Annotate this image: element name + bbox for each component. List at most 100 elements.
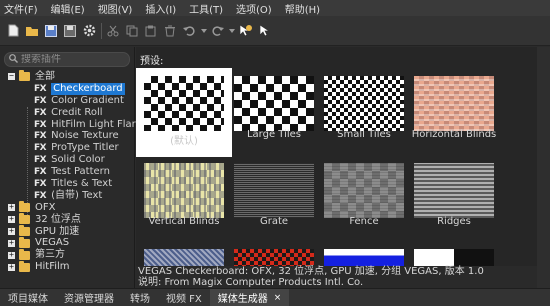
fx-item-noise-texture[interactable]: FX Noise Texture bbox=[0, 130, 135, 142]
tree-folder-hitfilm[interactable]: + HitFilm bbox=[0, 260, 135, 273]
expand-icon[interactable]: + bbox=[8, 227, 15, 236]
tree-folder-label: VEGAS bbox=[35, 237, 70, 249]
search-icon bbox=[9, 53, 18, 66]
copy-icon[interactable] bbox=[125, 24, 139, 38]
fx-item-hitfilm-light-flares[interactable]: FX HitFilm Light Flares bbox=[0, 119, 147, 131]
preset-label-vertical-blinds: Vertical Blinds bbox=[148, 216, 220, 227]
plugin-info-line: VEGAS Checkerboard: OFX, 32 位浮点, GPU 加速,… bbox=[138, 266, 484, 277]
preset-thumb-row3-4[interactable] bbox=[414, 249, 494, 266]
tree-root-label: 全部 bbox=[35, 70, 55, 82]
menu-help[interactable]: 帮助(H) bbox=[285, 1, 320, 16]
fx-item-label: Solid Color bbox=[51, 154, 105, 166]
menu-file[interactable]: 文件(F) bbox=[4, 1, 38, 16]
fx-item-label: Color Gradient bbox=[51, 94, 124, 106]
preset-thumb-small-tiles[interactable] bbox=[324, 76, 404, 131]
expand-icon[interactable]: + bbox=[8, 215, 15, 224]
open-folder-icon[interactable] bbox=[25, 24, 39, 38]
plugin-description: VEGAS Checkerboard: OFX, 32 位浮点, GPU 加速,… bbox=[136, 266, 537, 288]
tree-folder-32bit-float[interactable]: + 32 位浮点 bbox=[0, 213, 135, 226]
fx-item-titles-text[interactable]: FX Titles & Text bbox=[0, 178, 135, 190]
tree-folder-label: OFX bbox=[35, 201, 56, 213]
preset-thumb-default[interactable] bbox=[144, 76, 224, 131]
fx-item-protype-titler[interactable]: FX ProType Titler bbox=[0, 142, 135, 154]
fx-item-legacy-text[interactable]: FX (自带) Text bbox=[0, 190, 135, 202]
tab-media-generators-label: 媒体生成器 bbox=[217, 294, 268, 305]
save-icon[interactable] bbox=[44, 24, 58, 38]
redo-icon[interactable] bbox=[210, 24, 224, 38]
presets-panel: 预设: (默认) Large Tiles Small Tiles Horizon… bbox=[136, 47, 537, 266]
fx-item-label: ProType Titler bbox=[51, 142, 119, 154]
search-input[interactable] bbox=[21, 54, 121, 65]
tab-project-media[interactable]: 项目媒体 bbox=[0, 289, 56, 306]
settings-gear-icon[interactable] bbox=[82, 24, 96, 38]
redo-dropdown-icon[interactable] bbox=[229, 24, 235, 38]
tree-root-all[interactable]: − 全部 bbox=[0, 70, 135, 83]
preset-thumb-grate[interactable] bbox=[234, 163, 314, 218]
fx-icon: FX bbox=[34, 131, 47, 142]
preset-label-default: (默认) bbox=[170, 136, 198, 147]
menu-view[interactable]: 视图(V) bbox=[98, 1, 133, 16]
preset-thumb-fence[interactable] bbox=[324, 163, 404, 218]
fx-item-checkerboard[interactable]: FX Checkerboard bbox=[0, 82, 135, 95]
tree-folder-vegas[interactable]: + VEGAS bbox=[0, 236, 135, 249]
folder-icon bbox=[19, 201, 30, 213]
toolbar bbox=[0, 16, 550, 46]
preset-thumb-row3-3[interactable] bbox=[324, 249, 404, 266]
expand-icon[interactable]: + bbox=[8, 250, 15, 259]
preset-label-ridges: Ridges bbox=[437, 216, 471, 227]
help-pointer-icon[interactable] bbox=[238, 24, 252, 38]
menu-insert[interactable]: 插入(I) bbox=[145, 1, 176, 16]
fx-icon: FX bbox=[34, 190, 47, 201]
undo-dropdown-icon[interactable] bbox=[201, 24, 207, 38]
save-as-icon[interactable] bbox=[63, 24, 77, 38]
tab-media-generators[interactable]: 媒体生成器 × bbox=[209, 288, 290, 306]
preset-thumb-row3-2[interactable] bbox=[234, 249, 314, 266]
preset-thumb-row3-1[interactable] bbox=[144, 249, 224, 266]
preset-label-small-tiles: Small Tiles bbox=[337, 129, 391, 140]
whats-this-icon[interactable] bbox=[257, 24, 271, 38]
fx-icon: FX bbox=[34, 143, 47, 154]
undo-icon[interactable] bbox=[182, 24, 196, 38]
tab-video-fx[interactable]: 视频 FX bbox=[158, 289, 210, 306]
preset-label-horizontal-blinds: Horizontal Blinds bbox=[411, 129, 497, 140]
menu-edit[interactable]: 编辑(E) bbox=[51, 1, 85, 16]
tree-folder-gpu-accelerated[interactable]: + GPU 加速 bbox=[0, 225, 135, 238]
folder-icon bbox=[19, 260, 30, 272]
fx-item-label: Credit Roll bbox=[51, 106, 103, 118]
preset-label-large-tiles: Large Tiles bbox=[246, 129, 302, 140]
folder-icon bbox=[19, 70, 30, 82]
plugin-search-box[interactable] bbox=[4, 52, 130, 67]
presets-scrollbar[interactable] bbox=[537, 47, 550, 288]
expand-icon[interactable]: + bbox=[8, 238, 15, 247]
menu-options[interactable]: 选项(O) bbox=[236, 1, 272, 16]
trash-icon[interactable] bbox=[163, 24, 177, 38]
fx-item-label: Test Pattern bbox=[51, 166, 110, 178]
preset-thumb-ridges[interactable] bbox=[414, 163, 494, 218]
fx-item-credit-roll[interactable]: FX Credit Roll bbox=[0, 107, 135, 119]
fx-item-color-gradient[interactable]: FX Color Gradient bbox=[0, 95, 135, 107]
fx-item-test-pattern[interactable]: FX Test Pattern bbox=[0, 166, 135, 178]
tab-explorer[interactable]: 资源管理器 bbox=[56, 289, 122, 306]
tree-folder-label: HitFilm bbox=[35, 261, 70, 273]
fx-icon: FX bbox=[34, 178, 47, 189]
fx-icon: FX bbox=[34, 155, 47, 166]
tree-folder-third-party[interactable]: + 第三方 bbox=[0, 248, 135, 261]
preset-thumb-horizontal-blinds[interactable] bbox=[414, 76, 494, 131]
close-icon[interactable]: × bbox=[274, 293, 282, 303]
collapse-icon[interactable]: − bbox=[8, 72, 15, 81]
folder-icon bbox=[19, 225, 30, 237]
new-file-icon[interactable] bbox=[6, 24, 20, 38]
paste-icon[interactable] bbox=[144, 24, 158, 38]
tab-transitions[interactable]: 转场 bbox=[122, 289, 158, 306]
expand-icon[interactable]: + bbox=[8, 262, 15, 271]
tree-folder-label: 32 位浮点 bbox=[35, 213, 81, 225]
cut-icon[interactable] bbox=[106, 24, 120, 38]
preset-thumb-large-tiles[interactable] bbox=[234, 76, 314, 131]
menu-tools[interactable]: 工具(T) bbox=[189, 1, 223, 16]
dock-tabs: 项目媒体 资源管理器 转场 视频 FX 媒体生成器 × bbox=[0, 288, 550, 306]
preset-thumb-vertical-blinds[interactable] bbox=[144, 163, 224, 218]
expand-icon[interactable]: + bbox=[8, 203, 15, 212]
fx-item-solid-color[interactable]: FX Solid Color bbox=[0, 154, 135, 166]
tree-folder-ofx[interactable]: + OFX bbox=[0, 201, 135, 214]
folder-icon bbox=[19, 213, 30, 225]
